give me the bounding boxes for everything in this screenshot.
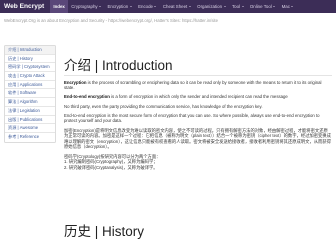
chevron-down-icon (273, 6, 276, 7)
sidebar-item-software[interactable]: 软件 | Software (5, 89, 55, 99)
nav-item-cryptography[interactable]: Cryptography (68, 0, 104, 13)
chevron-down-icon (129, 6, 132, 7)
chevron-down-icon (188, 6, 191, 7)
section-title-history: 历史 | History (64, 224, 145, 239)
chevron-down-icon (154, 6, 157, 7)
nav-item-encryption[interactable]: Encryption (104, 0, 135, 13)
nav-item-organization[interactable]: Organization (194, 0, 229, 13)
sidebar-item-reference[interactable]: 参考 | Reference (5, 133, 55, 142)
title-divider (64, 75, 332, 76)
nav-item-encode[interactable]: Encode (135, 0, 160, 13)
chevron-down-icon (241, 6, 244, 7)
paragraph-chinese-encryption: 加密(Encryption)是将明文信息改变为难以读取的密文内容，使之不可读的过… (64, 127, 331, 150)
history-section: 历史 | History (64, 224, 332, 240)
sidebar-item-legislation[interactable]: 法律 | Legislation (5, 107, 55, 116)
paragraph-most-secure: End-to-end encryption is the most secure… (64, 112, 320, 124)
nav-item-tool[interactable]: Tool (229, 0, 247, 13)
paragraph-encryption: Encryption is the process of scrambling … (64, 79, 322, 91)
brand-logo[interactable]: Web Encrypt (0, 0, 50, 13)
nav-item-online-tool[interactable]: Online Tool (247, 0, 279, 13)
term-e2e: End-to-end encryption (64, 94, 110, 100)
paragraph-cryptology: 密码学(Cryptology)按研究内容可以分为两个方面： 1. 研究编制密码(… (64, 154, 332, 171)
paragraph-e2e: End-to-end encryption is a form of encry… (64, 94, 288, 100)
sidebar-nav: 介绍 | Introduction 历史 | History 密码学 | Cry… (4, 45, 56, 143)
sidebar-item-introduction[interactable]: 介绍 | Introduction (5, 46, 55, 55)
sidebar-item-algorithm[interactable]: 算法 | Algorithm (5, 98, 55, 107)
nav-item-mac[interactable]: Mac (278, 0, 296, 13)
page-title: 介绍 | Introduction (64, 58, 173, 73)
nav-item-cheat-sheet[interactable]: Cheat Sheet (160, 0, 194, 13)
term-encryption: Encryption (64, 79, 87, 85)
sidebar-item-history[interactable]: 历史 | History (5, 55, 55, 64)
sidebar-item-cryptosystem[interactable]: 密码学 | Cryptosystem (5, 63, 55, 73)
chevron-down-icon (99, 6, 102, 7)
paragraph-third-party: No third party, even the party providing… (64, 103, 263, 109)
top-navbar: Web Encrypt Index Cryptography Encryptio… (0, 0, 336, 13)
sidebar-item-publications[interactable]: 出版 | Publications (5, 116, 55, 125)
list-item: 2. 研究破译密码(Cryptanalysis)，又称为破译学。 (64, 164, 158, 170)
chevron-down-icon (291, 6, 294, 7)
sidebar-item-applications[interactable]: 应用 | Applications (5, 81, 55, 90)
chevron-down-icon (223, 6, 226, 7)
site-subtitle: WebEncrypt.Org is an about Encryption an… (4, 18, 219, 23)
main-content: 介绍 | Introduction Encryption is the proc… (64, 58, 332, 174)
sidebar-item-awesome[interactable]: 资源 | Awesome (5, 124, 55, 133)
sidebar-item-crypto-attack[interactable]: 攻击 | Crypto Attack (5, 72, 55, 81)
nav-item-index[interactable]: Index (50, 0, 69, 13)
